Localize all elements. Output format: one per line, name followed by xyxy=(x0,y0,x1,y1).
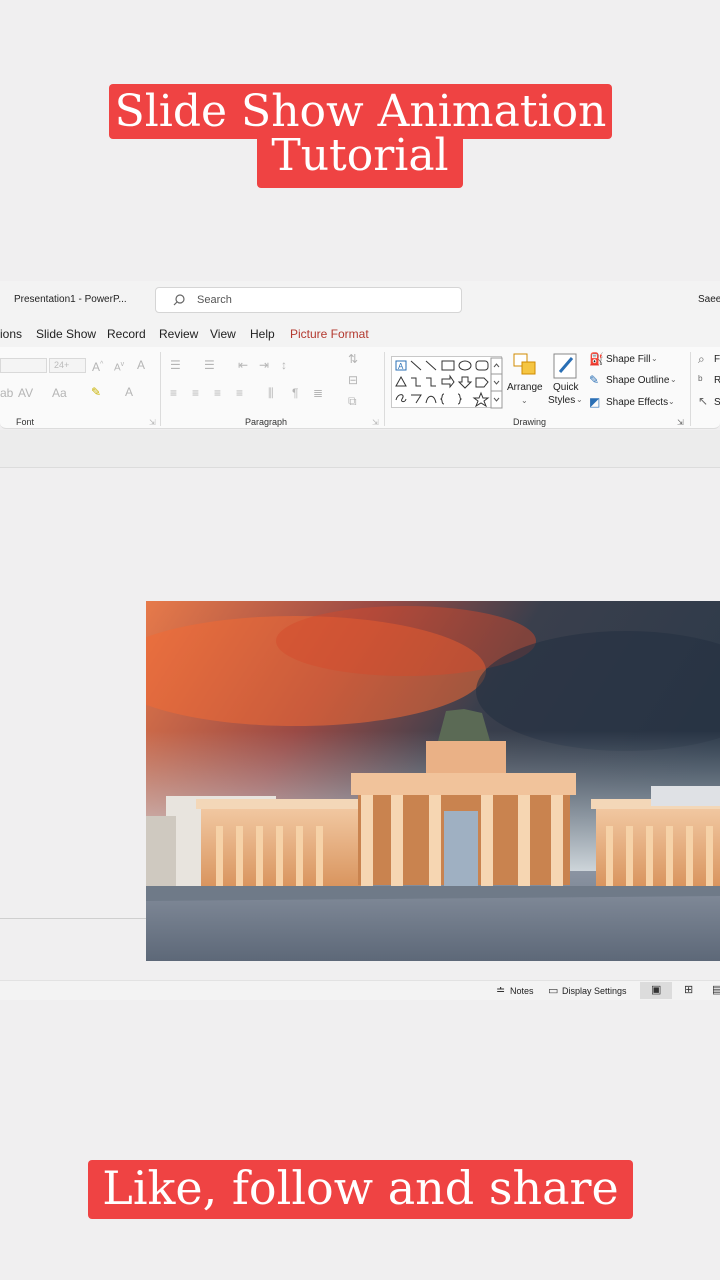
normal-view-icon: ▣ xyxy=(651,984,662,996)
notes-icon: ≐ xyxy=(496,985,506,997)
group-label-drawing: Drawing xyxy=(513,417,547,427)
align-left-icon[interactable]: ≡ xyxy=(170,386,177,400)
select-cursor-icon: ↖ xyxy=(698,394,709,408)
slide-thumbnail-pane-border xyxy=(0,918,146,919)
shapes-gallery[interactable]: A xyxy=(391,356,503,409)
decrease-indent-icon[interactable]: ⇤ xyxy=(238,358,248,372)
search-icon xyxy=(173,294,185,306)
normal-view-button[interactable]: ▣ xyxy=(640,982,672,999)
title-caption-line2: Tutorial xyxy=(257,131,463,188)
quick-styles-line1[interactable]: Quick xyxy=(553,382,579,393)
font-color-icon[interactable]: A xyxy=(125,385,133,399)
group-label-paragraph: Paragraph xyxy=(245,417,288,427)
tab-animations[interactable]: ions xyxy=(0,327,22,341)
arrange-icon xyxy=(510,352,542,382)
user-name[interactable]: Saeed xyxy=(698,294,720,305)
separator xyxy=(384,352,385,426)
display-settings-button[interactable]: Display Settings xyxy=(562,986,627,996)
display-settings-icon: ▭ xyxy=(548,985,559,997)
ribbon-tabs: ions Slide Show Record Review View Help … xyxy=(0,319,720,347)
shapes-gallery-icons: A xyxy=(395,357,503,409)
ltr-icon[interactable]: ≣ xyxy=(313,386,323,400)
document-title: Presentation1 - PowerP... xyxy=(14,294,127,305)
group-label-font: Font xyxy=(16,417,35,427)
slide-picture[interactable] xyxy=(146,601,720,961)
align-text-icon[interactable]: ⊟ xyxy=(348,373,358,387)
brandenburg-gate-photo xyxy=(146,601,720,961)
smartart-icon[interactable]: ⧉ xyxy=(348,394,357,408)
quick-styles-icon xyxy=(552,352,580,382)
slide-sorter-icon[interactable]: ⊞ xyxy=(684,983,693,997)
separator xyxy=(160,352,161,426)
justify-icon[interactable]: ≡ xyxy=(236,386,243,400)
notes-button[interactable]: Notes xyxy=(510,986,534,996)
highlight-icon[interactable]: ✎ xyxy=(91,385,101,399)
footer-caption: Like, follow and share xyxy=(88,1160,633,1219)
text-direction-icon[interactable]: ⇅ xyxy=(348,352,358,366)
decrease-font-icon[interactable]: Av xyxy=(114,358,124,375)
shape-effects-icon: ◩ xyxy=(589,395,601,409)
chevron-down-icon: ⌄ xyxy=(521,396,528,405)
select-button[interactable]: S xyxy=(714,397,720,408)
align-center-icon[interactable]: ≡ xyxy=(192,386,199,400)
tab-slide-show[interactable]: Slide Show xyxy=(36,327,96,341)
replace-icon: ᵇ xyxy=(698,373,703,387)
tab-view[interactable]: View xyxy=(210,327,236,341)
tab-help[interactable]: Help xyxy=(250,327,275,341)
shape-outline-button[interactable]: Shape Outline xyxy=(606,375,669,386)
find-button[interactable]: F xyxy=(714,354,720,365)
separator xyxy=(690,352,691,426)
find-icon: ⌕ xyxy=(698,352,705,366)
shape-effects-button[interactable]: Shape Effects xyxy=(606,397,668,408)
replace-button[interactable]: R xyxy=(714,375,720,386)
chevron-down-icon: ⌄ xyxy=(668,397,675,406)
font-size-dropdown[interactable]: 24+ xyxy=(49,358,86,373)
chevron-down-icon: ⌄ xyxy=(651,354,658,363)
character-spacing-icon[interactable]: AV xyxy=(18,386,33,400)
arrange-button[interactable]: Arrange xyxy=(507,382,543,393)
clear-formatting-icon[interactable]: A xyxy=(137,358,145,372)
increase-indent-icon[interactable]: ⇥ xyxy=(259,358,269,372)
numbering-icon[interactable]: ☰ xyxy=(204,358,215,372)
font-name-dropdown[interactable] xyxy=(0,358,47,373)
tab-picture-format[interactable]: Picture Format xyxy=(290,327,369,341)
paragraph-dialog-launcher-icon[interactable]: ⇲ xyxy=(372,416,379,430)
svg-text:A: A xyxy=(398,362,404,371)
font-dialog-launcher-icon[interactable]: ⇲ xyxy=(149,416,156,430)
chevron-down-icon: ⌄ xyxy=(670,375,677,384)
ribbon-collapse-strip xyxy=(0,430,720,468)
increase-font-icon[interactable]: A^ xyxy=(92,358,103,374)
search-box[interactable]: Search xyxy=(155,287,462,313)
columns-icon[interactable]: ⫼ xyxy=(268,386,274,400)
drawing-dialog-launcher-icon[interactable]: ⇲ xyxy=(677,416,684,430)
reading-view-icon[interactable]: ▤ xyxy=(712,983,720,997)
status-bar: ≐ Notes ▭ Display Settings ▣ ⊞ ▤ xyxy=(0,980,720,1000)
bullets-icon[interactable]: ☰ xyxy=(170,358,181,372)
rtl-icon[interactable]: ¶ xyxy=(292,386,298,400)
tab-record[interactable]: Record xyxy=(107,327,146,341)
strikethrough-icon[interactable]: ab xyxy=(0,386,13,400)
pen-icon: ✎ xyxy=(589,373,600,387)
line-spacing-icon[interactable]: ↕ xyxy=(281,358,287,372)
tab-review[interactable]: Review xyxy=(159,327,198,341)
change-case-icon[interactable]: Aa xyxy=(52,386,67,400)
paint-bucket-icon: ⛽ xyxy=(589,352,604,366)
quick-styles-line2[interactable]: Styles xyxy=(548,395,575,406)
search-placeholder: Search xyxy=(197,294,232,306)
align-right-icon[interactable]: ≡ xyxy=(214,386,221,400)
chevron-down-icon: ⌄ xyxy=(576,395,583,404)
shape-fill-button[interactable]: Shape Fill xyxy=(606,354,650,365)
